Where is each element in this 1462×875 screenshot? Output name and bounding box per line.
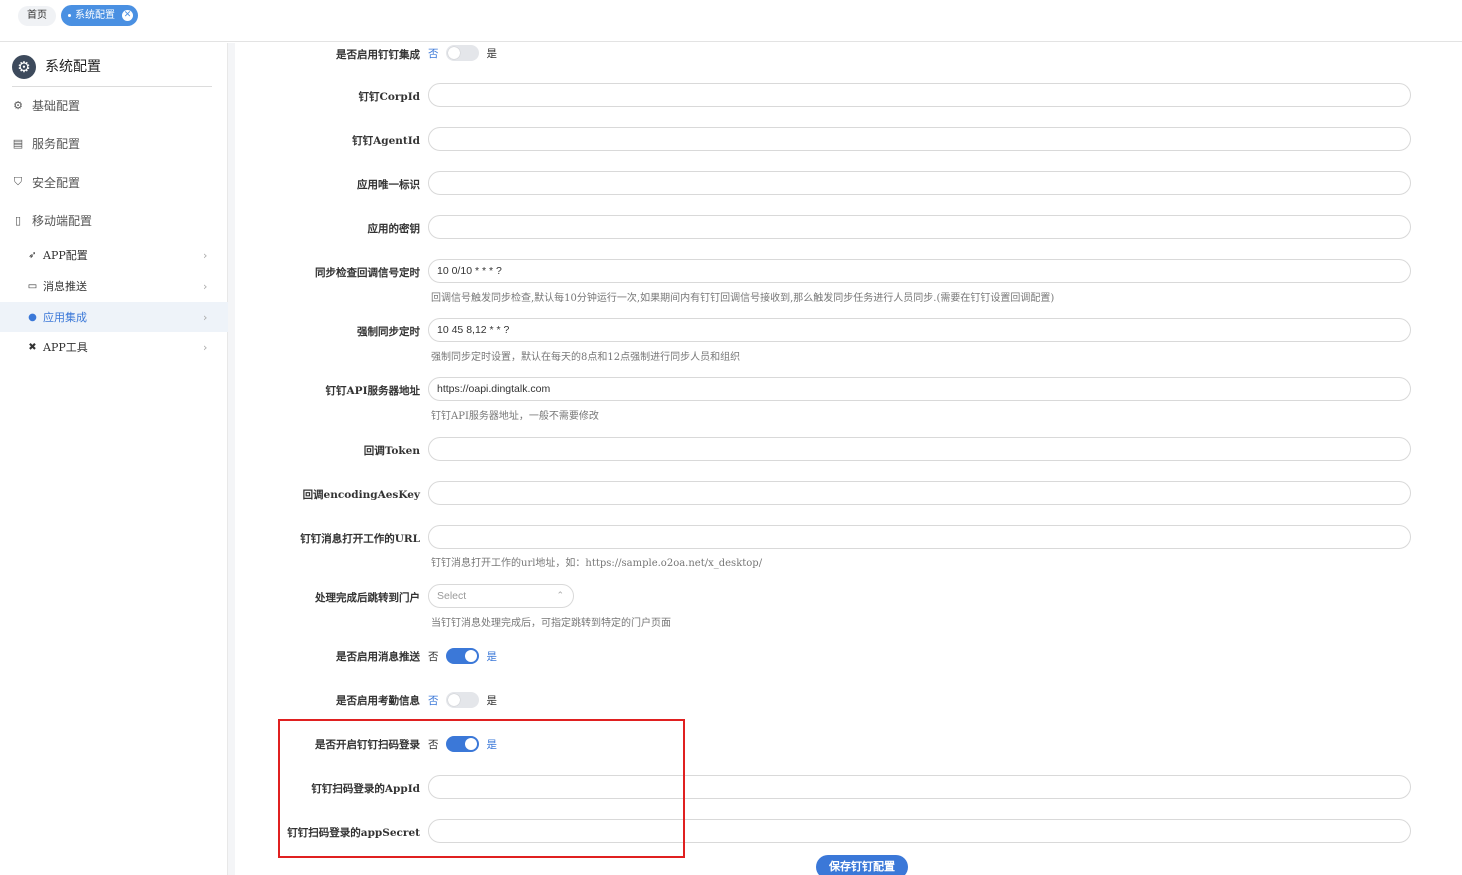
chevron-right-icon: › [203, 340, 208, 354]
callback-aes-key-label: 回调encodingAesKey [302, 489, 420, 501]
tab-active-dot [68, 14, 71, 17]
tools-icon: ✖ [28, 341, 37, 353]
enable-message-push-label: 是否启用消息推送 [336, 651, 420, 663]
switch-off-label: 否 [428, 47, 439, 60]
api-address-label: 钉钉API服务器地址 [325, 385, 420, 397]
tab-system-config[interactable]: 系统配置 ✕ [61, 5, 138, 26]
switch-on-label: 是 [486, 694, 498, 707]
message-url-label: 钉钉消息打开工作的URL [300, 533, 420, 545]
api-address-input[interactable]: https://oapi.dingtalk.com [428, 377, 1411, 401]
sidebar-item-label: 基础配置 [32, 98, 81, 113]
sidebar-divider [228, 43, 235, 875]
shield-icon: ⛉ [13, 175, 23, 188]
callback-token-input[interactable] [428, 437, 1411, 461]
sidebar-item-security-config[interactable]: ⛉ 安全配置 [12, 170, 80, 194]
scan-login-appid-input[interactable] [428, 775, 1411, 799]
switch-off-label: 否 [428, 650, 439, 663]
enable-scan-login-label: 是否开启钉钉扫码登录 [315, 739, 420, 751]
callback-token-label: 回调Token [363, 445, 420, 457]
enable-attendance-toggle[interactable] [445, 692, 479, 708]
toggle-knob [464, 650, 477, 662]
tab-bar: 首页 系统配置 ✕ [0, 0, 1462, 42]
enable-scan-login-switch-row: 否 是 [428, 734, 497, 754]
app-secret-input[interactable] [428, 215, 1411, 239]
enable-scan-login-toggle[interactable] [445, 736, 479, 752]
toggle-knob [464, 738, 477, 750]
sidebar-subitem-message-push[interactable]: ▭ 消息推送 › [0, 271, 228, 301]
server-icon: ▤ [12, 136, 24, 150]
app-key-input[interactable] [428, 171, 1411, 195]
chevron-right-icon: › [203, 310, 208, 324]
api-address-hint: 钉钉API服务器地址，一般不需要修改 [431, 411, 599, 422]
tab-home[interactable]: 首页 [18, 6, 56, 26]
integration-icon: ● [28, 311, 37, 323]
sidebar-item-label: 安全配置 [32, 175, 81, 190]
redirect-portal-select[interactable]: Select ⌃ [428, 584, 574, 608]
switch-off-label: 否 [428, 738, 439, 751]
callback-aes-key-input[interactable] [428, 481, 1411, 505]
redirect-portal-label: 处理完成后跳转到门户 [315, 592, 420, 604]
switch-on-label: 是 [486, 47, 498, 60]
chevron-right-icon: › [203, 279, 208, 293]
toggle-knob [447, 694, 460, 706]
enable-attendance-switch-row: 否 是 [428, 690, 497, 710]
enable-attendance-label: 是否启用考勤信息 [336, 695, 420, 707]
sidebar-item-mobile-config[interactable]: ▯ 移动端配置 [12, 208, 92, 232]
rocket-icon: ➶ [28, 249, 37, 261]
scan-login-appsecret-input[interactable] [428, 819, 1411, 843]
sync-check-cron-input[interactable]: 10 0/10 * * * ? [428, 259, 1411, 283]
sidebar-subitem-app-tools[interactable]: ✖ APP工具 › [0, 332, 228, 362]
toggle-knob [447, 47, 460, 59]
sidebar-header: ⚙ 系统配置 [12, 55, 212, 87]
chevron-up-icon: ⌃ [556, 591, 564, 601]
sync-check-cron-label: 同步检查回调信号定时 [315, 267, 420, 279]
mobile-icon: ▯ [14, 213, 22, 227]
sidebar-subitem-label: 消息推送 [43, 280, 87, 293]
sidebar-item-basic-config[interactable]: ⚙ 基础配置 [12, 93, 80, 117]
enable-dingtalk-toggle[interactable] [445, 45, 479, 61]
corpid-label: 钉钉CorpId [358, 91, 421, 103]
sidebar: ⚙ 系统配置 ⚙ 基础配置 ▤ 服务配置 ⛉ 安全配置 ▯ 移动端配置 ➶ AP… [0, 43, 228, 875]
force-sync-cron-input[interactable]: 10 45 8,12 * * ? [428, 318, 1411, 342]
enable-message-push-switch-row: 否 是 [428, 646, 497, 666]
enable-dingtalk-label: 是否启用钉钉集成 [336, 49, 420, 61]
switch-on-label: 是 [486, 738, 498, 751]
redirect-portal-placeholder: Select [437, 590, 467, 602]
switch-off-label: 否 [428, 694, 439, 707]
app-secret-label: 应用的密钥 [367, 223, 421, 235]
app-key-label: 应用唯一标识 [357, 179, 420, 191]
sidebar-item-service-config[interactable]: ▤ 服务配置 [12, 131, 80, 155]
sync-check-cron-hint: 回调信号触发同步检查,默认每10分钟运行一次,如果期间内有钉钉回调信号接收到,那… [431, 293, 1055, 304]
chevron-right-icon: › [203, 248, 208, 262]
gear-icon: ⚙ [13, 98, 23, 112]
sidebar-title: 系统配置 [45, 59, 101, 75]
tab-system-config-label: 系统配置 [75, 10, 115, 21]
enable-dingtalk-switch-row: 否 是 [428, 43, 497, 63]
sidebar-subitem-app-config[interactable]: ➶ APP配置 › [0, 240, 228, 270]
settings-form: 是否启用钉钉集成 否 是 钉钉CorpId 钉钉AgentId 应用唯一标识 应… [235, 43, 1462, 875]
sidebar-subitem-app-integration[interactable]: ● 应用集成 › [0, 302, 228, 332]
sidebar-item-label: 服务配置 [32, 136, 81, 151]
redirect-portal-hint: 当钉钉消息处理完成后，可指定跳转到特定的门户页面 [431, 618, 671, 629]
corpid-input[interactable] [428, 83, 1411, 107]
force-sync-cron-hint: 强制同步定时设置，默认在每天的8点和12点强制进行同步人员和组织 [431, 352, 741, 363]
sidebar-subitem-label: APP配置 [43, 249, 88, 262]
agentid-input[interactable] [428, 127, 1411, 151]
switch-on-label: 是 [486, 650, 498, 663]
gear-icon: ⚙ [12, 55, 36, 79]
message-url-hint: 钉钉消息打开工作的url地址，如：https://sample.o2oa.net… [431, 558, 763, 569]
message-url-input[interactable] [428, 525, 1411, 549]
scan-login-appid-label: 钉钉扫码登录的AppId [311, 783, 420, 795]
force-sync-cron-label: 强制同步定时 [357, 326, 420, 338]
save-dingtalk-config-button[interactable]: 保存钉钉配置 [816, 855, 908, 875]
enable-message-push-toggle[interactable] [445, 648, 479, 664]
message-icon: ▭ [27, 280, 38, 292]
close-icon[interactable]: ✕ [122, 10, 133, 21]
sidebar-subitem-label: APP工具 [43, 341, 88, 354]
scan-login-appsecret-label: 钉钉扫码登录的appSecret [287, 827, 420, 839]
sidebar-subitem-label: 应用集成 [43, 311, 87, 324]
agentid-label: 钉钉AgentId [352, 135, 420, 147]
sidebar-item-label: 移动端配置 [32, 213, 93, 228]
